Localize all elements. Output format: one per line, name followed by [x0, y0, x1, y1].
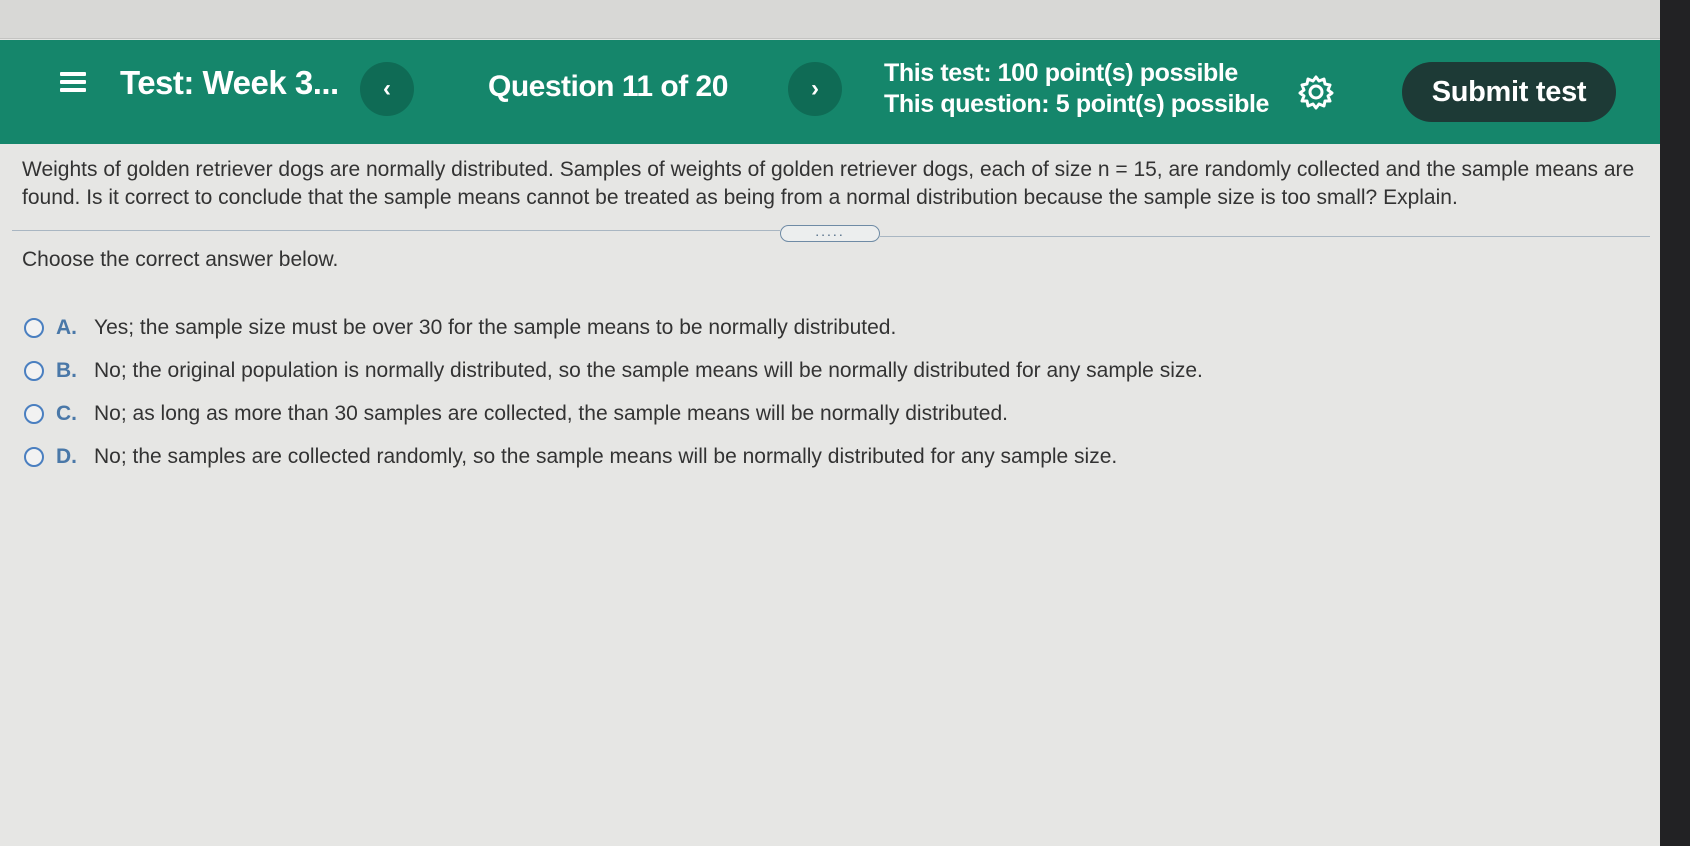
instruction-text: Choose the correct answer below. [22, 248, 339, 271]
answer-options: A. Yes; the sample size must be over 30 … [24, 306, 1203, 478]
divider-line [12, 230, 780, 231]
screen: Test: Week 3... ‹ Question 11 of 20 › Th… [0, 0, 1660, 846]
hamburger-menu-icon[interactable] [60, 68, 88, 112]
option-letter: C. [56, 401, 77, 425]
test-header-bar: Test: Week 3... ‹ Question 11 of 20 › Th… [0, 40, 1660, 144]
submit-test-button[interactable]: Submit test [1402, 62, 1616, 122]
monitor-bezel [1660, 0, 1690, 846]
test-title[interactable]: Test: Week 3... [120, 64, 339, 102]
previous-question-button[interactable]: ‹ [360, 62, 414, 116]
answer-option-d[interactable]: D. No; the samples are collected randoml… [24, 435, 1203, 478]
option-text: Yes; the sample size must be over 30 for… [94, 315, 897, 339]
option-letter: A. [56, 315, 77, 339]
radio-unselected-icon[interactable] [24, 446, 44, 467]
radio-unselected-icon[interactable] [24, 403, 44, 424]
option-text: No; as long as more than 30 samples are … [94, 401, 1008, 425]
question-counter[interactable]: Question 11 of 20 [488, 70, 728, 104]
answer-option-a[interactable]: A. Yes; the sample size must be over 30 … [24, 306, 1203, 349]
option-letter: B. [56, 358, 77, 382]
pane-resize-handle[interactable]: ..... [780, 224, 880, 242]
browser-chrome [0, 0, 1660, 39]
answer-option-b[interactable]: B. No; the original population is normal… [24, 349, 1203, 392]
question-points: This question: 5 point(s) possible [884, 90, 1270, 118]
divider-line [880, 236, 1650, 237]
option-letter: D. [56, 444, 77, 468]
radio-unselected-icon[interactable] [24, 360, 44, 381]
question-text: Weights of golden retriever dogs are nor… [22, 158, 1635, 209]
points-info: This test: 100 point(s) possible This qu… [884, 58, 1269, 120]
gear-icon[interactable] [1296, 72, 1336, 112]
next-question-button[interactable]: › [788, 62, 842, 116]
test-points: This test: 100 point(s) possible [884, 59, 1238, 87]
radio-unselected-icon[interactable] [24, 317, 44, 338]
option-text: No; the original population is normally … [94, 358, 1203, 382]
answer-option-c[interactable]: C. No; as long as more than 30 samples a… [24, 392, 1203, 435]
option-text: No; the samples are collected randomly, … [94, 444, 1118, 468]
